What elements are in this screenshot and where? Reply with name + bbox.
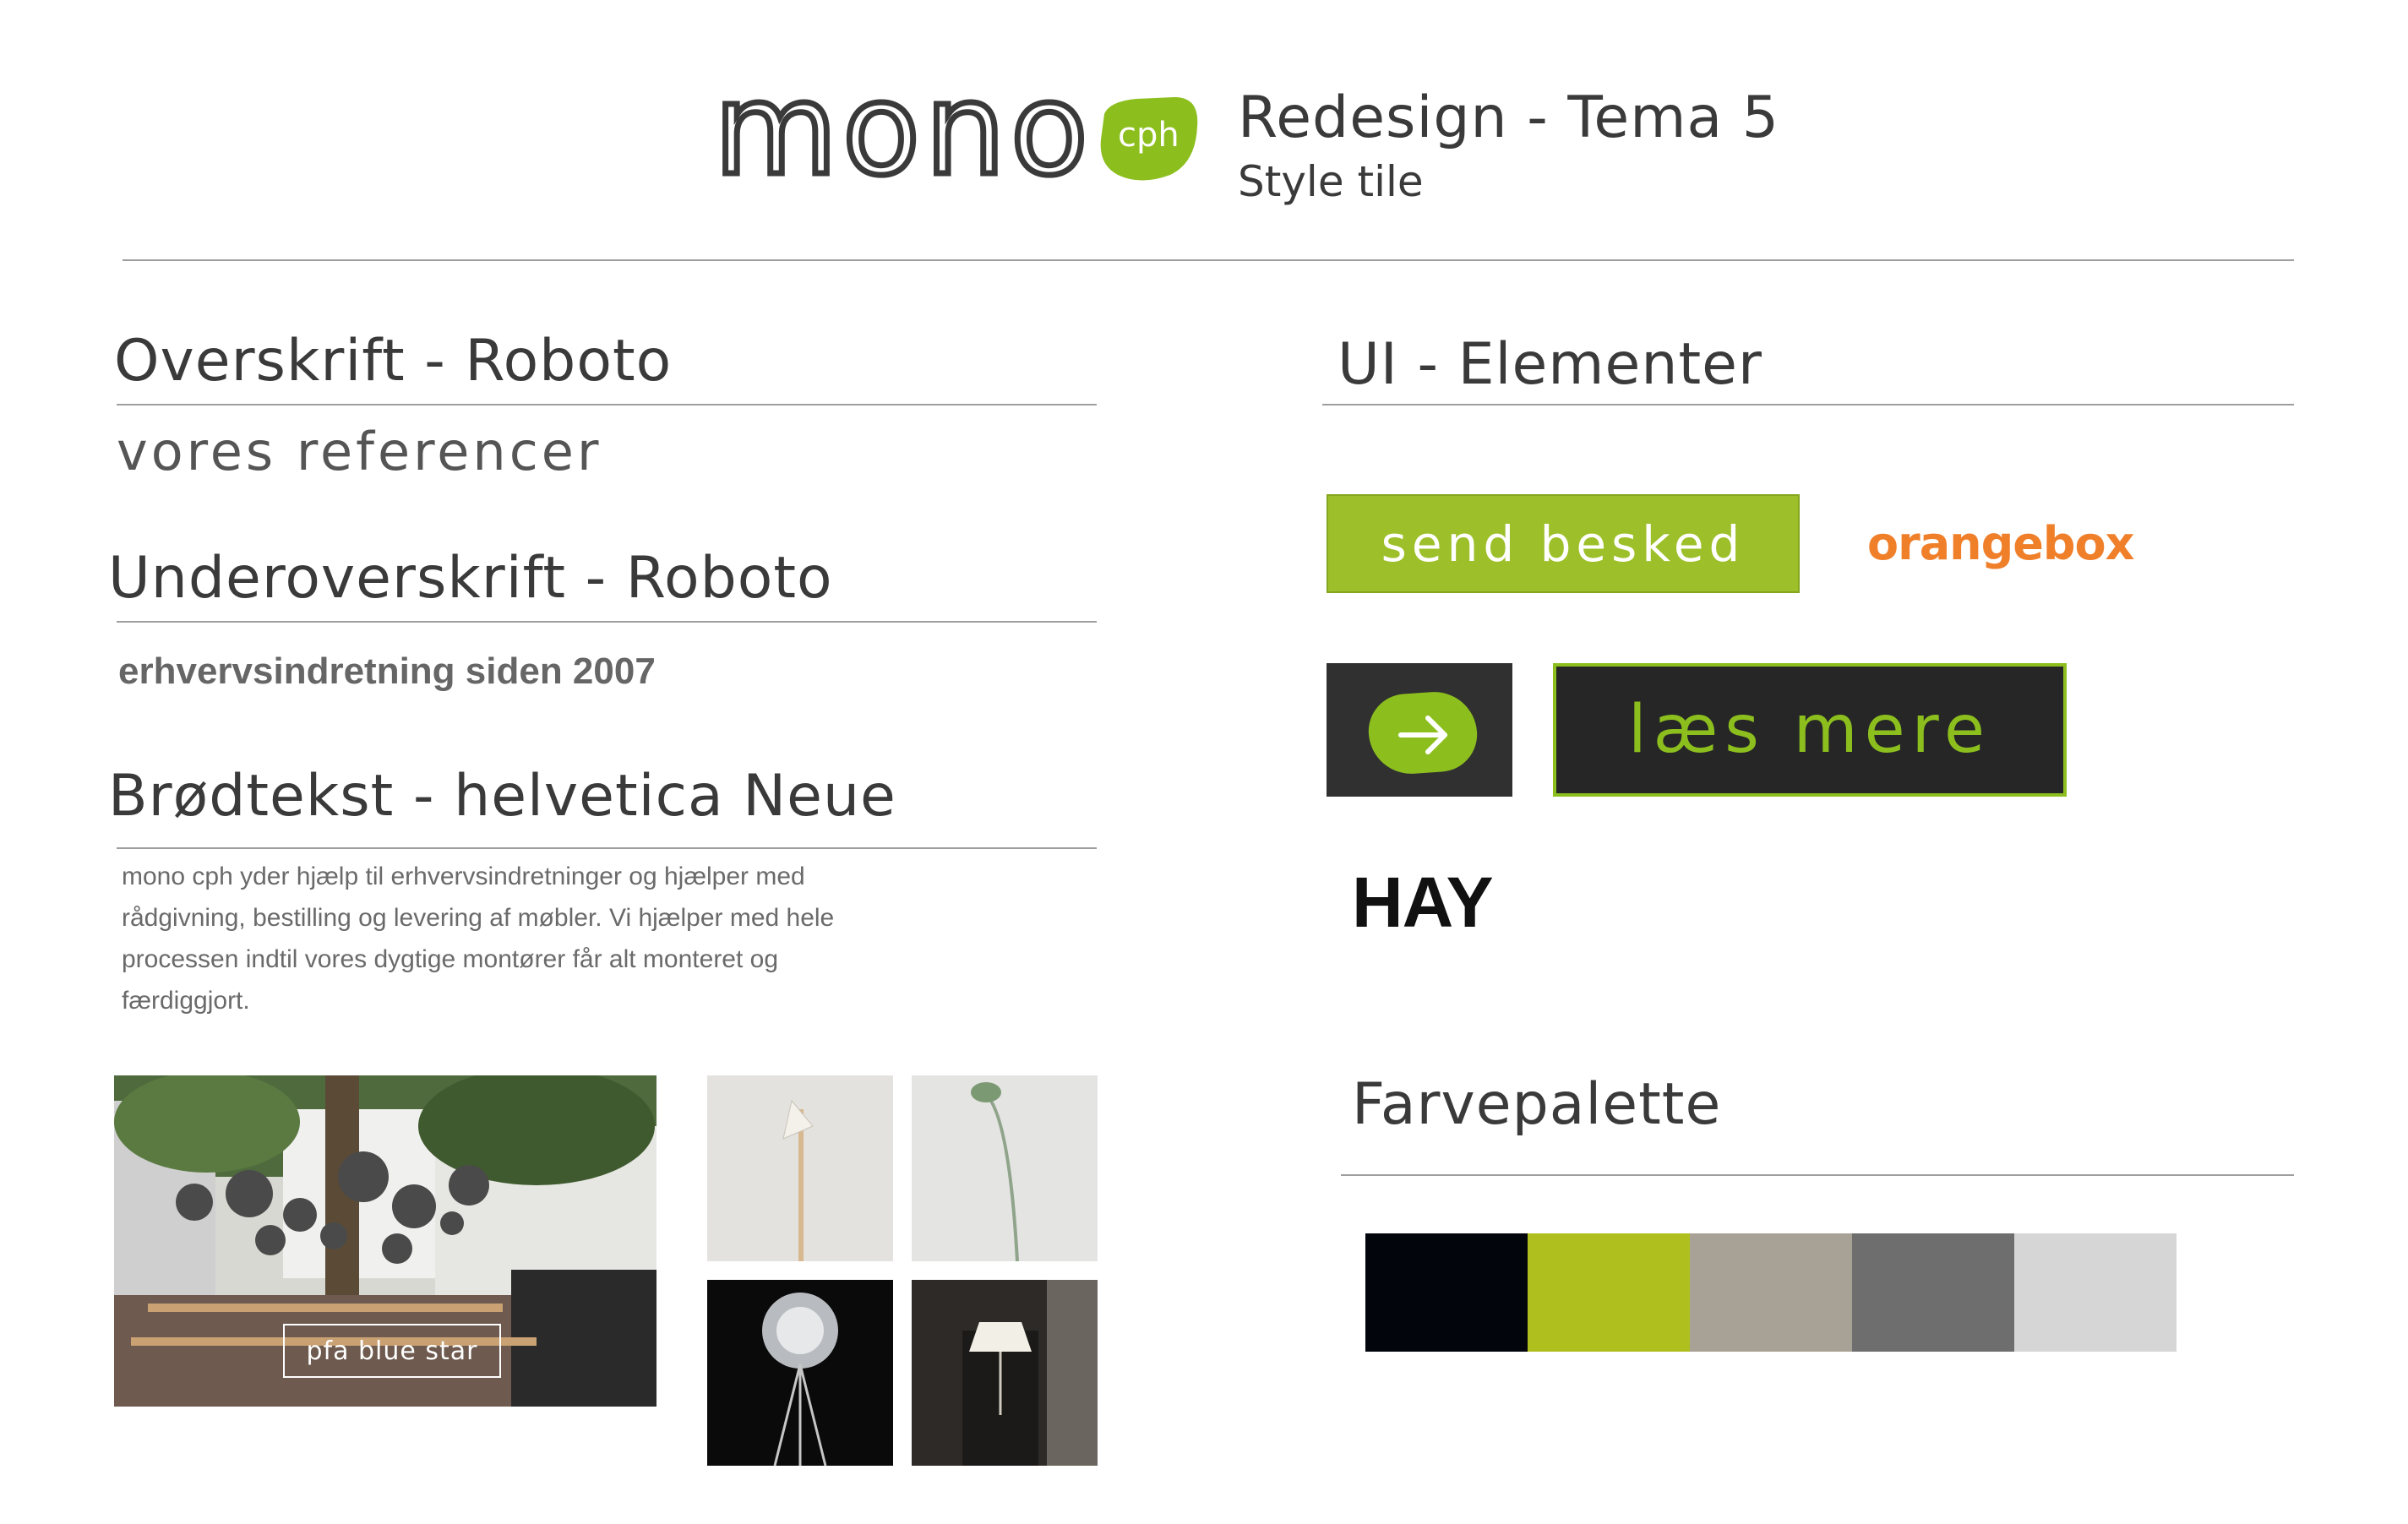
heading-sample: vores referencer bbox=[117, 421, 602, 482]
product-photo-lamp-wood[interactable] bbox=[707, 1075, 893, 1261]
crystal-lamp-image bbox=[707, 1280, 893, 1466]
body-line: processen indtil vores dygtige montører … bbox=[122, 945, 779, 973]
palette-divider bbox=[1341, 1174, 2294, 1176]
read-more-button[interactable]: læs mere bbox=[1553, 663, 2067, 797]
brand-orangebox-logo[interactable]: orangebox bbox=[1867, 517, 2134, 570]
product-photo-lamp-green[interactable] bbox=[912, 1075, 1098, 1261]
subheading-sample: erhvervsindretning siden 2007 bbox=[118, 650, 656, 692]
send-message-button[interactable]: send besked bbox=[1327, 494, 1800, 593]
color-swatch-taupe bbox=[1690, 1233, 1852, 1352]
mono-cph-logo[interactable]: mono cph bbox=[711, 54, 1204, 207]
logo-badge-text: cph bbox=[1118, 116, 1179, 155]
palette-title: Farvepalette bbox=[1352, 1071, 1722, 1138]
subheading-divider bbox=[117, 621, 1097, 623]
color-swatch-light-gray bbox=[2014, 1233, 2176, 1352]
body-sample: mono cph yder hjælp til erhvervsindretni… bbox=[122, 856, 967, 1021]
interior-lamp-image bbox=[912, 1280, 1098, 1466]
subheading-font-title: Underoverskrift - Roboto bbox=[108, 545, 833, 612]
product-photo-lamp-interior[interactable] bbox=[912, 1280, 1098, 1466]
ui-elements-title: UI - Elementer bbox=[1337, 331, 1762, 398]
body-line: mono cph yder hjælp til erhvervsindretni… bbox=[122, 863, 805, 890]
page-subtitle: Style tile bbox=[1238, 157, 1424, 206]
floor-lamp-green-image bbox=[912, 1075, 1098, 1261]
header-divider bbox=[123, 259, 2294, 261]
arrow-button[interactable] bbox=[1327, 663, 1512, 797]
brand-hay-logo[interactable]: HAY bbox=[1352, 862, 1494, 944]
heading-font-title: Overskrift - Roboto bbox=[114, 328, 673, 395]
ui-elements-divider bbox=[1322, 404, 2294, 405]
floor-lamp-wood-image bbox=[707, 1075, 893, 1261]
body-font-title: Brødtekst - helvetica Neue bbox=[108, 763, 896, 830]
page-title: Redesign - Tema 5 bbox=[1238, 84, 1779, 151]
body-divider bbox=[117, 847, 1097, 849]
body-line: rådgivning, bestilling og levering af mø… bbox=[122, 904, 835, 932]
logo-wordmark: mono bbox=[714, 80, 1093, 199]
color-swatch-black bbox=[1365, 1233, 1528, 1352]
color-swatch-dark-gray bbox=[1852, 1233, 2014, 1352]
color-swatch-green bbox=[1528, 1233, 1690, 1352]
arrow-right-icon bbox=[1398, 716, 1447, 754]
logo-graphic: mono cph bbox=[711, 54, 1198, 207]
body-line: færdiggjort. bbox=[122, 987, 250, 1015]
photo-caption[interactable]: pfa blue star bbox=[283, 1324, 501, 1378]
product-photo-lamp-crystal[interactable] bbox=[707, 1280, 893, 1466]
heading-divider bbox=[117, 404, 1097, 405]
